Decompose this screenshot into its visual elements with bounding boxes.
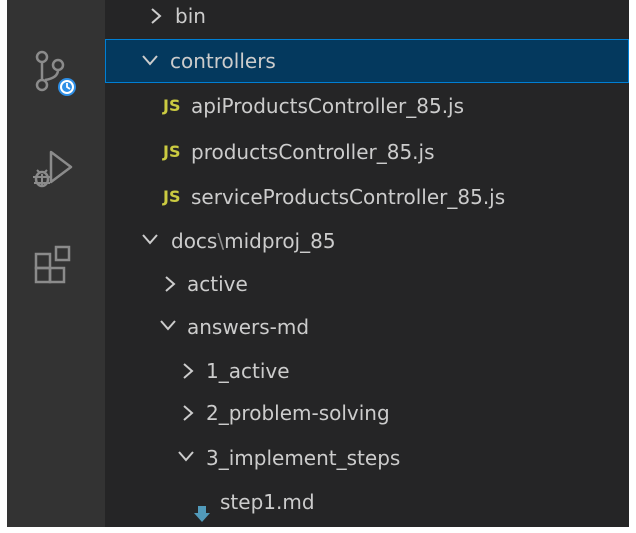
- tree-item-label: serviceProductsController_85.js: [191, 185, 506, 209]
- tree-item-label: docs\midproj_85: [171, 219, 336, 263]
- tree-folder-2-problem-solving[interactable]: 2_problem-solving: [105, 391, 629, 435]
- tree-item-label: answers-md: [187, 315, 310, 339]
- chevron-down-icon: [175, 436, 197, 480]
- tree-file-productscontroller[interactable]: JS productsController_85.js: [105, 130, 629, 174]
- tree-folder-controllers[interactable]: controllers: [105, 39, 629, 83]
- javascript-file-icon: JS: [163, 187, 181, 206]
- tree-item-label: step1.md: [220, 490, 315, 514]
- source-control-icon[interactable]: [31, 48, 81, 98]
- chevron-right-icon: [147, 0, 169, 38]
- tree-folder-docs-midproj[interactable]: docs\midproj_85: [105, 219, 629, 263]
- editor-frame: bin controllers JS apiProductsController…: [7, 0, 629, 527]
- extensions-icon[interactable]: [31, 242, 81, 292]
- tree-folder-active[interactable]: active: [105, 262, 629, 306]
- tree-file-serviceproductscontroller[interactable]: JS serviceProductsController_85.js: [105, 175, 629, 219]
- tree-item-label: bin: [175, 4, 206, 28]
- tree-item-label: productsController_85.js: [191, 140, 435, 164]
- tree-folder-answers-md[interactable]: answers-md: [105, 305, 629, 349]
- chevron-right-icon: [179, 349, 201, 393]
- markdown-icon: [193, 494, 211, 522]
- chevron-down-icon: [139, 219, 161, 263]
- tree-item-label: controllers: [170, 49, 276, 73]
- run-debug-icon[interactable]: [31, 148, 81, 198]
- chevron-right-icon: [179, 391, 201, 435]
- path-segment-docs: docs: [171, 229, 218, 253]
- tree-file-apiproductscontroller[interactable]: JS apiProductsController_85.js: [105, 84, 629, 128]
- tree-folder-3-implement-steps[interactable]: 3_implement_steps: [105, 436, 629, 480]
- tree-folder-1-active[interactable]: 1_active: [105, 349, 629, 393]
- tree-item-label: 2_problem-solving: [206, 401, 390, 425]
- chevron-right-icon: [161, 262, 183, 306]
- tree-item-label: 1_active: [206, 359, 290, 383]
- tree-item-label: active: [187, 272, 248, 296]
- tree-item-label: 3_implement_steps: [206, 446, 401, 470]
- path-segment-midproj: midproj_85: [224, 229, 336, 253]
- tree-folder-bin[interactable]: bin: [105, 0, 629, 38]
- javascript-file-icon: JS: [163, 96, 181, 115]
- explorer-tree: bin controllers JS apiProductsController…: [105, 0, 629, 527]
- javascript-file-icon: JS: [163, 142, 181, 161]
- activity-bar: [7, 0, 105, 527]
- chevron-down-icon: [139, 40, 161, 84]
- chevron-down-icon: [157, 305, 179, 349]
- tree-file-step1-md[interactable]: step1.md: [105, 480, 629, 524]
- tree-item-label: apiProductsController_85.js: [191, 94, 465, 118]
